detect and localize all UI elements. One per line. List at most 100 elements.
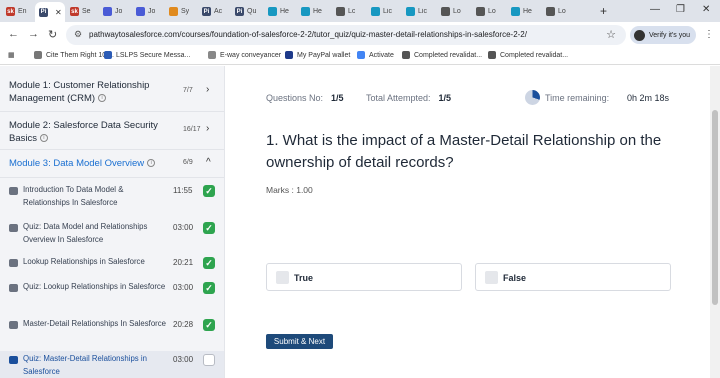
video-icon [9,259,18,267]
total-attempted: Total Attempted: 1/5 [366,93,452,103]
tab-label: Ac [214,8,223,15]
menu-icon[interactable]: ⋮ [704,29,714,40]
lesson-item[interactable]: Lookup Relationships in Salesforce 20:21 ✓ [0,254,224,282]
module-2[interactable]: Module 2: Salesforce Data Security Basic… [0,112,224,150]
bookmarks-bar: ▦ Cite Them Right 10t... LSLPS Secure Mes… [0,48,720,65]
close-window-icon[interactable]: ✕ [702,4,710,15]
lesson-item[interactable]: Master-Detail Relationships In Salesforc… [0,316,224,356]
info-icon[interactable]: i [147,159,156,168]
bookmark-icon [357,51,365,59]
lesson-item[interactable]: Quiz: Data Model and Relationships Overv… [0,219,224,259]
tab-label: Lo [453,8,461,15]
bookmark-item[interactable]: Cite Them Right 10t... [34,51,114,59]
completed-check-icon: ✓ [203,222,215,234]
completed-check-icon: ✓ [203,185,215,197]
bookmark-label: LSLPS Secure Messa... [116,51,191,59]
quiz-icon [9,284,18,292]
tab-favicon-icon [268,7,277,16]
module-count: 6/9 [183,159,193,166]
browser-tab[interactable]: sk En [2,3,34,20]
bookmark-icon [402,51,410,59]
browser-tab[interactable]: Sy [165,3,197,20]
apps-icon[interactable]: ▦ [8,51,15,59]
info-icon[interactable]: i [39,134,48,143]
browser-tab[interactable]: Pi Ac [198,3,230,20]
browser-tab[interactable]: Jo [132,3,164,20]
bookmark-item[interactable]: Activate [357,51,394,59]
browser-tab[interactable]: He [264,3,296,20]
address-bar-row: ← → ↻ ⚙ pathwaytosalesforce.com/courses/… [0,22,720,48]
site-info-icon[interactable]: ⚙ [74,29,82,40]
option-checkbox[interactable] [485,271,498,284]
browser-tab[interactable]: He [297,3,331,20]
bookmark-star-icon[interactable]: ☆ [606,28,616,41]
browser-tab[interactable]: Jo [99,3,131,20]
verify-button[interactable]: Verify it's you [630,26,696,44]
forward-icon[interactable]: → [28,28,39,40]
option-false[interactable]: False [475,263,671,291]
tab-label: Lc [348,8,356,15]
close-tab-icon[interactable]: ✕ [55,8,62,17]
bookmark-label: E-way conveyancer [220,51,282,59]
info-icon[interactable]: i [98,94,107,103]
bookmark-label: Completed revalidat... [414,51,483,59]
lesson-duration: 20:21 [173,258,194,267]
quiz-panel: Questions No: 1/5 Total Attempted: 1/5 Tim… [226,66,710,378]
browser-tab[interactable]: Lic [367,3,401,20]
lesson-item[interactable]: Quiz: Master-Detail Relationships in Sal… [0,351,224,378]
lesson-title: Quiz: Lookup Relationships in Salesforce [23,282,166,291]
lesson-duration: 20:28 [173,320,194,329]
chevron-up-icon[interactable]: ^ [206,157,211,168]
submit-next-button[interactable]: Submit & Next [266,334,333,349]
bookmark-item[interactable]: Completed revalidat... [488,51,568,59]
bookmark-item[interactable]: E-way conveyancer [208,51,281,59]
bookmark-icon [285,51,293,59]
lesson-item[interactable]: Introduction To Data Model & Relationshi… [0,182,224,222]
bookmark-item[interactable]: LSLPS Secure Messa... [104,51,190,59]
option-checkbox[interactable] [276,271,289,284]
chevron-right-icon[interactable]: › [206,84,209,95]
tab-label: Lic [418,8,427,15]
question-text: 1. What is the impact of a Master-Detail… [266,132,662,171]
tab-favicon-icon [136,7,145,16]
bookmark-item[interactable]: Completed revalidat... [402,51,482,59]
verify-label: Verify it's you [649,31,691,39]
bookmark-item[interactable]: My PayPal wallet [285,51,350,59]
browser-tab[interactable]: sk Se [66,3,98,20]
new-tab-icon[interactable]: + [600,4,607,18]
tab-favicon-icon [441,7,450,16]
browser-tab[interactable]: Lo [472,3,506,20]
course-sidebar: Module 1: Customer Relationship Manageme… [0,66,225,378]
lesson-duration: 03:00 [173,223,194,232]
tab-label: Se [82,8,91,15]
browser-tab[interactable]: Pi ✕ [35,2,65,22]
browser-tab[interactable]: Lo [437,3,471,20]
browser-tab[interactable]: He [507,3,541,20]
reload-icon[interactable]: ↻ [48,28,57,41]
url-text: pathwaytosalesforce.com/courses/foundati… [89,30,527,39]
module-title: Module 1: Customer Relationship Manageme… [9,80,150,104]
module-1[interactable]: Module 1: Customer Relationship Manageme… [0,66,224,112]
browser-tab[interactable]: Lic [402,3,436,20]
browser-tab[interactable]: Pi Qu [231,3,263,20]
time-remaining-label: Time remaining: [545,93,610,103]
tab-favicon-icon [546,7,555,16]
option-label: False [503,273,527,283]
tab-favicon-icon [169,7,178,16]
option-label: True [294,273,314,283]
browser-tab[interactable]: Lo [542,3,576,20]
tab-label: He [523,8,532,15]
minimize-icon[interactable]: — [650,4,660,15]
restore-icon[interactable]: ❐ [676,4,685,15]
chevron-right-icon[interactable]: › [206,123,209,134]
option-true[interactable]: True [266,263,462,291]
module-3[interactable]: Module 3: Data Model Overview i 6/9 ^ [0,150,224,178]
tab-label: Jo [115,8,123,15]
url-field[interactable]: ⚙ pathwaytosalesforce.com/courses/founda… [66,25,626,45]
lesson-item[interactable]: Quiz: Lookup Relationships in Salesforce… [0,279,224,319]
tab-label: Lo [558,8,566,15]
video-icon [9,187,18,195]
scrollbar-thumb[interactable] [712,110,718,305]
back-icon[interactable]: ← [8,28,19,40]
browser-tab[interactable]: Lc [332,3,366,20]
